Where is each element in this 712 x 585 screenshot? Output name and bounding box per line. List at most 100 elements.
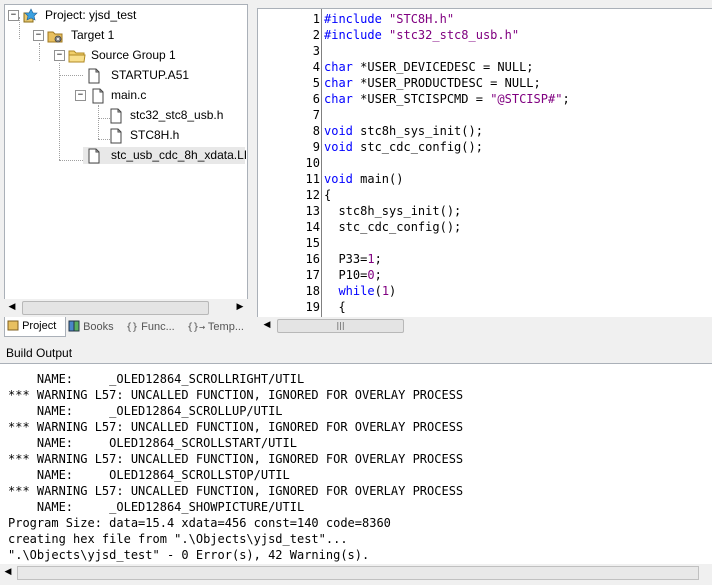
tab-books-label: Books: [83, 321, 114, 333]
target-label: Target 1: [71, 28, 115, 42]
line-number: 2: [312, 28, 320, 42]
line-number: 11: [305, 172, 320, 186]
build-output-line: creating hex file from ".\Objects\yjsd_t…: [8, 532, 348, 546]
line-number: 16: [305, 252, 320, 266]
file-icon: [87, 68, 101, 89]
line-number: 14: [305, 220, 320, 234]
build-output-line: NAME: _OLED12864_SCROLLUP/UTIL: [8, 404, 283, 418]
build-output-text[interactable]: NAME: _OLED12864_SCROLLRIGHT/UTIL *** WAR…: [0, 363, 712, 564]
file-label: stc32_stc8_usb.h: [130, 108, 224, 122]
line-number: 1: [312, 12, 320, 26]
templates-icon: {}→: [187, 322, 206, 333]
line-number: 15: [305, 236, 320, 250]
build-horizontal-scrollbar[interactable]: ◀: [0, 564, 712, 580]
file-icon: [87, 148, 101, 169]
tree-item-lib[interactable]: stc_usb_cdc_8h_xdata.LIB: [83, 147, 248, 164]
collapse-icon[interactable]: −: [54, 50, 65, 61]
file-icon: [109, 108, 123, 129]
code-line: {: [324, 188, 332, 202]
line-number: 19: [305, 300, 320, 314]
scroll-right-icon[interactable]: ▶: [232, 299, 248, 315]
tab-functions-label: Func...: [141, 321, 175, 333]
scrollbar-thumb[interactable]: [22, 301, 209, 315]
build-output-title: Build Output: [6, 346, 73, 360]
tree-item-file-main[interactable]: − main.c: [5, 87, 245, 104]
scroll-left-icon[interactable]: ◀: [0, 564, 16, 580]
line-number-gutter: 1 2 3 4 5 6 7 8 9 10 11 12 13 14 15 16 17 18 19: [258, 9, 320, 317]
tree-line: [59, 160, 83, 161]
file-label: stc_usb_cdc_8h_xdata.LIB: [111, 148, 248, 162]
build-output-line: NAME: OLED12864_SCROLLSTOP/UTIL: [8, 468, 290, 482]
source-group-label: Source Group 1: [91, 48, 176, 62]
line-number: 4: [312, 60, 320, 74]
code-line: stc_cdc_config();: [324, 220, 462, 234]
project-tree[interactable]: − Project: yjsd_test − Target 1 − Source…: [4, 4, 248, 300]
tab-project[interactable]: Project: [4, 317, 66, 337]
books-icon: [68, 320, 80, 332]
code-line: while(1): [338, 284, 397, 298]
scroll-left-icon[interactable]: ◀: [259, 317, 275, 333]
build-output-line: Program Size: data=15.4 xdata=456 const=…: [8, 516, 391, 530]
scrollbar-thumb[interactable]: |||: [277, 319, 404, 333]
build-output-line: *** WARNING L57: UNCALLED FUNCTION, IGNO…: [8, 388, 464, 402]
functions-icon: {}: [126, 322, 139, 333]
project-tab-icon: [7, 320, 19, 331]
collapse-icon[interactable]: −: [33, 30, 44, 41]
code-line: void main(): [324, 172, 404, 186]
code-line: void stc_cdc_config();: [324, 140, 483, 154]
tree-horizontal-scrollbar[interactable]: ◀ ▶: [4, 299, 248, 315]
code-line: void stc8h_sys_init();: [324, 124, 483, 138]
build-output-line: *** WARNING L57: UNCALLED FUNCTION, IGNO…: [8, 484, 464, 498]
line-number: 8: [312, 124, 320, 138]
tab-project-label: Project: [22, 320, 57, 332]
line-number: 3: [312, 44, 320, 58]
line-number: 12: [305, 188, 320, 202]
code-line: P10=0;: [324, 268, 382, 282]
scroll-left-icon[interactable]: ◀: [4, 299, 20, 315]
build-output-line: NAME: _OLED12864_SHOWPICTURE/UTIL: [8, 500, 305, 514]
tab-functions[interactable]: {} Func...: [124, 318, 184, 336]
editor-horizontal-scrollbar[interactable]: ◀ |||: [257, 317, 712, 334]
project-panel: − Project: yjsd_test − Target 1 − Source…: [0, 0, 251, 338]
line-number: 17: [305, 268, 320, 282]
tree-item-target[interactable]: − Target 1: [5, 27, 245, 44]
file-icon: [91, 88, 105, 109]
tree-item-header[interactable]: STC8H.h: [5, 127, 245, 144]
tab-templates-label: Temp...: [207, 321, 244, 333]
code-line: char *USER_STCISPCMD = "@STCISP#";: [324, 92, 570, 106]
collapse-icon[interactable]: −: [8, 10, 19, 21]
code-line: #include "STC8H.h": [324, 12, 455, 26]
target-icon: [47, 28, 64, 49]
line-number: 7: [312, 108, 320, 122]
code-line: P33=1;: [324, 252, 382, 266]
project-label: Project: yjsd_test: [45, 8, 137, 22]
line-number: 10: [305, 156, 320, 170]
build-output-line: *** WARNING L57: UNCALLED FUNCTION, IGNO…: [8, 420, 464, 434]
folder-icon: [68, 48, 86, 69]
tree-item-source-group[interactable]: − Source Group 1: [5, 47, 245, 64]
tree-item-project[interactable]: − Project: yjsd_test: [5, 7, 245, 24]
code-line: #include "stc32_stc8_usb.h": [324, 28, 520, 42]
project-icon: [23, 8, 39, 29]
tree-item-file[interactable]: STARTUP.A51: [5, 67, 245, 84]
collapse-icon[interactable]: −: [75, 90, 86, 101]
code-line: stc8h_sys_init();: [324, 204, 462, 218]
code-editor[interactable]: 1 2 3 4 5 6 7 8 9 10 11 12 13 14 15 16 17 18 19 #include "…: [257, 8, 712, 317]
file-label: STARTUP.A51: [111, 68, 190, 82]
code-line: {: [324, 300, 346, 314]
tree-item-header[interactable]: stc32_stc8_usb.h: [5, 107, 245, 124]
line-number: 13: [305, 204, 320, 218]
build-output-panel: Build Output NAME: _OLED12864_SCROLLRIGH…: [0, 343, 712, 585]
file-label: main.c: [111, 88, 147, 102]
file-label: STC8H.h: [130, 128, 180, 142]
project-panel-tabs: Project Books {} Func... {}→ Temp...: [4, 317, 250, 337]
code-line: char *USER_DEVICEDESC = NULL;: [324, 60, 534, 74]
build-output-line: *** WARNING L57: UNCALLED FUNCTION, IGNO…: [8, 452, 464, 466]
line-number: 18: [305, 284, 320, 298]
tab-templates[interactable]: {}→ Temp...: [185, 318, 249, 336]
code-area[interactable]: #include "STC8H.h" #include "stc32_stc8_u…: [321, 9, 712, 317]
scrollbar-thumb[interactable]: [17, 566, 699, 580]
code-line: char *USER_PRODUCTDESC = NULL;: [324, 76, 541, 90]
tab-books[interactable]: Books: [66, 318, 122, 336]
build-output-line: NAME: _OLED12864_SCROLLRIGHT/UTIL: [8, 372, 305, 386]
